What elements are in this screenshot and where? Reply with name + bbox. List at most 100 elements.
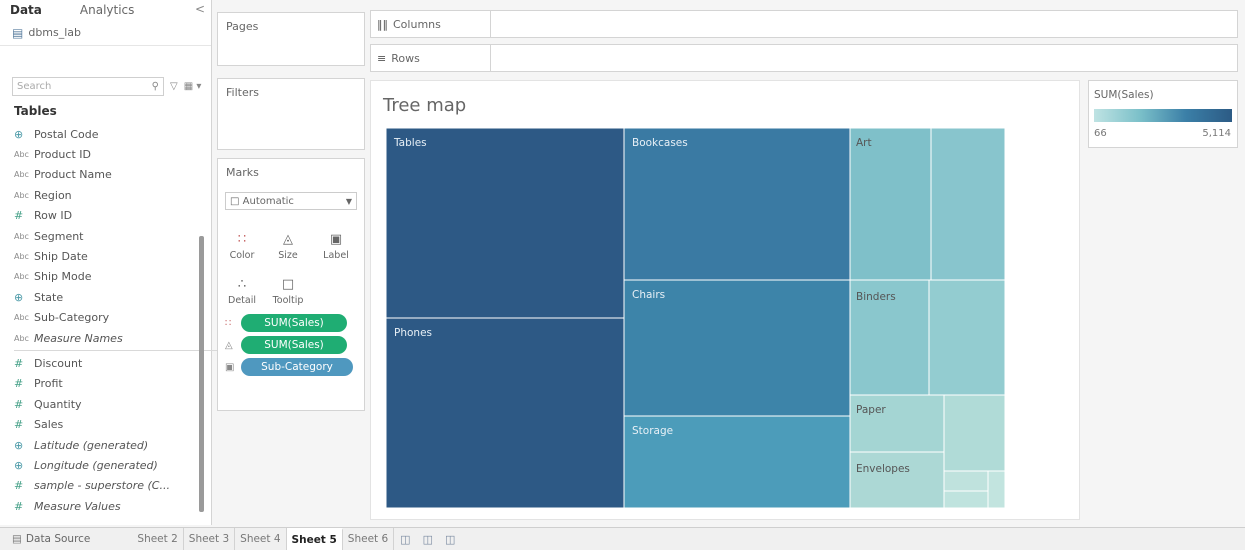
view-title: Tree map (383, 95, 467, 116)
view-canvas[interactable]: Tree map Tables Phones Bookcases Chairs Stor… (370, 80, 1080, 520)
chevron-down-icon: ▼ (345, 196, 352, 206)
legend-gradient (1094, 109, 1232, 122)
field-item[interactable]: # sample - superstore (C... (0, 476, 200, 496)
tab-data[interactable]: Data (0, 0, 52, 20)
field-item[interactable]: Abc Sub-Category (0, 308, 200, 328)
field-name: Sales (34, 418, 64, 432)
treemap-tile[interactable] (943, 394, 1006, 472)
field-name: Product ID (34, 148, 91, 162)
rows-icon: ≡ (377, 51, 387, 65)
pill-sum-sales-size[interactable]: SUM(Sales) (241, 336, 347, 354)
field-item[interactable]: Abc Region (0, 185, 200, 205)
field-item[interactable]: ⊕ State (0, 287, 200, 307)
label-button[interactable]: ▣ Label (316, 221, 356, 262)
field-item[interactable]: # Discount (0, 353, 200, 373)
rows-shelf[interactable]: ≡ Rows (370, 44, 1238, 72)
database-icon: ▤ (12, 25, 24, 40)
field-item[interactable]: Abc Ship Mode (0, 267, 200, 287)
new-worksheet-icon[interactable]: ◫ (394, 533, 416, 546)
filters-card[interactable]: Filters (217, 78, 365, 150)
field-item[interactable]: Abc Segment (0, 226, 200, 246)
treemap-tile-label: Binders (856, 291, 896, 303)
sheet-tab[interactable]: Sheet 4 (235, 528, 287, 550)
string-field-icon: Abc (14, 333, 29, 343)
treemap-tile[interactable] (928, 279, 1006, 396)
treemap-tile[interactable] (849, 451, 945, 508)
field-name: Measure Values (34, 499, 121, 513)
datasource-item[interactable]: ▤ dbms_lab (0, 20, 211, 46)
treemap-tile[interactable] (849, 128, 932, 281)
field-item[interactable]: ⊕ Latitude (generated) (0, 435, 200, 455)
field-item[interactable]: # Sales (0, 414, 200, 434)
data-pane: Data Analytics < ▤ dbms_lab Search ⚲ ▽ ▦… (0, 0, 334, 525)
sheet-tab[interactable]: Sheet 6 (343, 528, 395, 550)
treemap-tile[interactable] (943, 490, 989, 508)
field-item[interactable]: # Quantity (0, 394, 200, 414)
automatic-mark-icon: □ (230, 195, 240, 207)
field-item[interactable]: Abc Measure Names (0, 328, 200, 348)
data-source-label: Data Source (25, 533, 91, 545)
field-item[interactable]: # Measure Values (0, 496, 200, 516)
field-name: Product Name (34, 168, 112, 182)
sheet-tab[interactable]: Sheet 3 (184, 528, 236, 550)
measure-field-icon: # (14, 209, 24, 223)
color-button[interactable]: ∷ Color (222, 221, 262, 262)
rows-shelf-label: ≡ Rows (371, 45, 491, 71)
filter-icon[interactable]: ▽ (170, 81, 178, 92)
legend-min: 66 (1094, 128, 1107, 139)
color-legend[interactable]: SUM(Sales) 66 5,114 (1088, 80, 1238, 148)
field-item[interactable]: ⊕ Postal Code (0, 124, 200, 144)
pages-title: Pages (226, 20, 259, 33)
pill-sum-sales-color[interactable]: SUM(Sales) (241, 314, 347, 332)
tab-analytics[interactable]: Analytics (70, 0, 145, 20)
treemap-tile-label: Storage (632, 425, 673, 437)
geo-field-icon: ⊕ (14, 290, 24, 304)
field-name: Profit (34, 377, 63, 391)
chevron-left-icon[interactable]: < (195, 2, 205, 16)
treemap-tile[interactable] (386, 128, 625, 319)
field-name: Discount (34, 356, 83, 370)
treemap-tile-label: Chairs (632, 289, 665, 301)
field-item[interactable]: # Row ID (0, 206, 200, 226)
field-name: Region (34, 188, 72, 202)
tooltip-button-label: Tooltip (272, 295, 304, 306)
field-name: Measure Names (34, 331, 123, 345)
field-item[interactable]: Abc Product ID (0, 144, 200, 164)
treemap-tile[interactable] (386, 317, 625, 508)
field-item[interactable]: Abc Ship Date (0, 246, 200, 266)
detail-button-label: Detail (228, 295, 256, 306)
treemap-tile[interactable] (930, 128, 1006, 281)
treemap-tile[interactable] (623, 128, 851, 281)
treemap-tile-label: Tables (393, 137, 427, 149)
columns-shelf[interactable]: ‖‖ Columns (370, 10, 1238, 38)
new-dashboard-icon[interactable]: ◫ (417, 533, 439, 546)
string-field-icon: Abc (14, 313, 29, 323)
treemap-tile[interactable] (943, 470, 989, 492)
pages-card[interactable]: Pages (217, 12, 365, 66)
tooltip-button[interactable]: □ Tooltip (268, 266, 308, 307)
label-icon: ▣ (225, 361, 235, 373)
pill-sub-category-label[interactable]: Sub-Category (241, 358, 353, 376)
field-item[interactable]: Abc Product Name (0, 165, 200, 185)
size-button[interactable]: ◬ Size (268, 221, 308, 262)
color-button-label: Color (229, 250, 255, 261)
mark-type-dropdown[interactable]: □ Automatic ▼ (225, 192, 357, 210)
treemap-tile[interactable] (987, 470, 1006, 508)
database-icon: ▤ (12, 533, 22, 545)
field-item[interactable]: # Profit (0, 374, 200, 394)
treemap-tile-label: Paper (856, 404, 886, 416)
label-button-label: Label (323, 250, 349, 261)
view-options-icon[interactable]: ▦ ▾ (184, 81, 202, 92)
sheet-tab[interactable]: Sheet 2 (132, 528, 184, 550)
geo-field-icon: ⊕ (14, 438, 24, 452)
data-source-tab[interactable]: ▤ Data Source (0, 528, 102, 550)
new-story-icon[interactable]: ◫ (439, 533, 461, 546)
field-name: Longitude (generated) (34, 458, 158, 472)
detail-button[interactable]: ∴ Detail (222, 266, 262, 307)
search-input[interactable]: Search ⚲ (12, 76, 164, 96)
field-item[interactable]: ⊕ Longitude (generated) (0, 455, 200, 475)
columns-icon: ‖‖ (377, 17, 388, 31)
field-name: Postal Code (34, 127, 99, 141)
scrollbar[interactable] (199, 236, 204, 512)
sheet-tab[interactable]: Sheet 5 (286, 528, 343, 550)
